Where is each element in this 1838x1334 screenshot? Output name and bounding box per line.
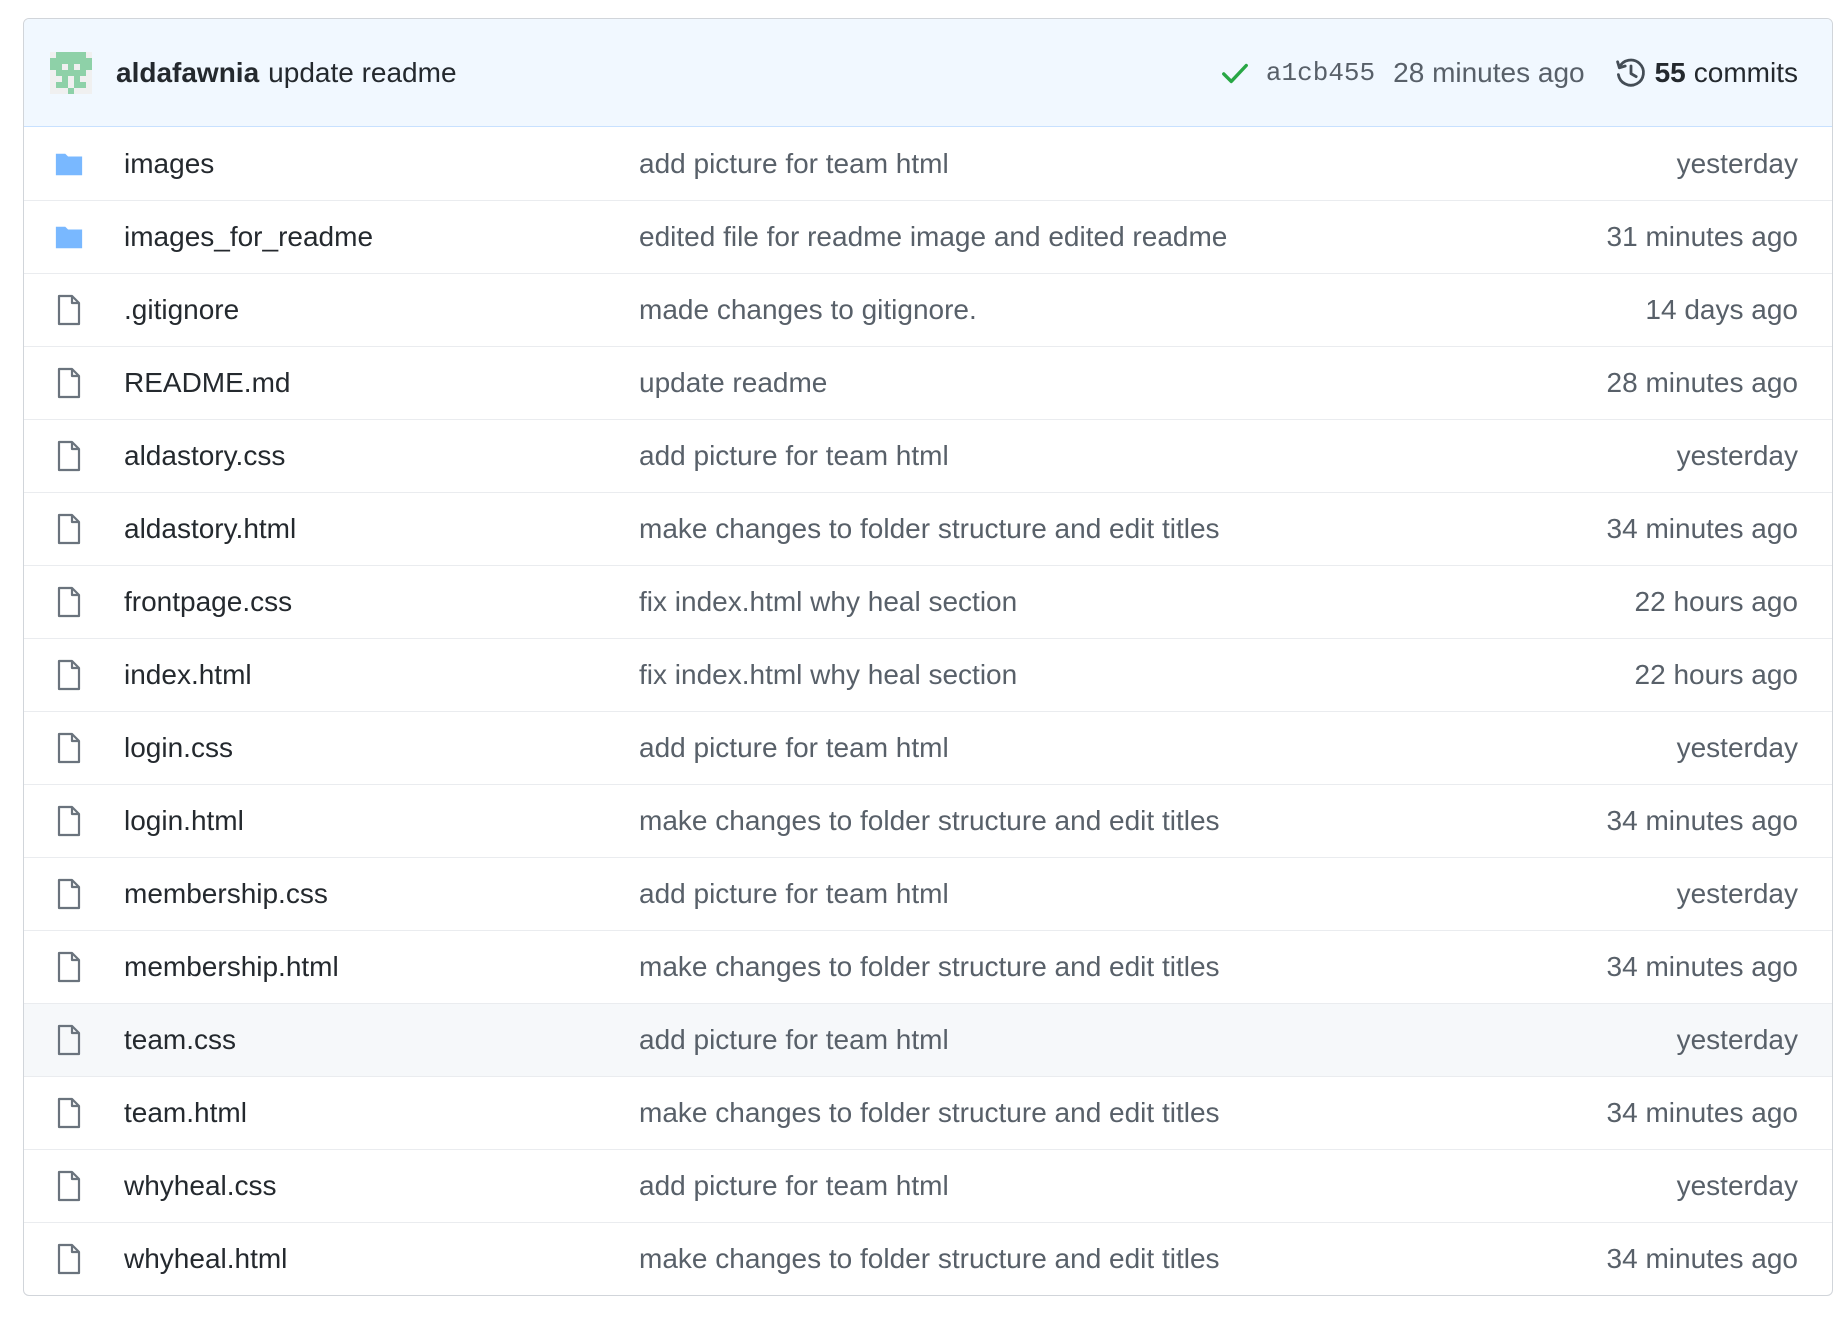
file-icon <box>54 513 84 545</box>
file-row-frontpage-css[interactable]: frontpage.css fix index.html why heal se… <box>24 565 1832 638</box>
latest-commit-bar: aldafawnia update readme a1cb455 28 minu… <box>24 19 1832 127</box>
file-icon <box>54 732 84 764</box>
file-commit-message-link[interactable]: make changes to folder structure and edi… <box>639 1243 1607 1275</box>
commit-author-link[interactable]: aldafawnia <box>116 57 259 89</box>
file-age: 34 minutes ago <box>1606 1243 1798 1274</box>
file-age: 22 hours ago <box>1634 586 1798 617</box>
file-row-images[interactable]: images add picture for team html yesterd… <box>24 127 1832 200</box>
file-commit-message-link[interactable]: add picture for team html <box>639 732 1677 764</box>
file-commit-message-link[interactable]: fix index.html why heal section <box>639 659 1635 691</box>
folder-icon <box>54 222 84 252</box>
file-row-login-html[interactable]: login.html make changes to folder struct… <box>24 784 1832 857</box>
file-age: 34 minutes ago <box>1606 951 1798 982</box>
file-age: yesterday <box>1676 878 1798 909</box>
file-row-whyheal-css[interactable]: whyheal.css add picture for team html ye… <box>24 1149 1832 1222</box>
file-row-images-for-readme[interactable]: images_for_readme edited file for readme… <box>24 200 1832 273</box>
file-name-link[interactable]: login.css <box>124 732 639 764</box>
file-name-link[interactable]: team.css <box>124 1024 639 1056</box>
file-commit-message-link[interactable]: add picture for team html <box>639 440 1677 472</box>
file-row-membership-css[interactable]: membership.css add picture for team html… <box>24 857 1832 930</box>
file-commit-message-link[interactable]: add picture for team html <box>639 1024 1677 1056</box>
file-row-membership-html[interactable]: membership.html make changes to folder s… <box>24 930 1832 1003</box>
file-icon <box>54 951 84 983</box>
file-age: 28 minutes ago <box>1606 367 1798 398</box>
file-row-team-html[interactable]: team.html make changes to folder structu… <box>24 1076 1832 1149</box>
file-name-link[interactable]: team.html <box>124 1097 639 1129</box>
file-commit-message-link[interactable]: make changes to folder structure and edi… <box>639 805 1607 837</box>
file-name-link[interactable]: membership.css <box>124 878 639 910</box>
file-commit-message-link[interactable]: add picture for team html <box>639 1170 1677 1202</box>
file-commit-message-link[interactable]: fix index.html why heal section <box>639 586 1635 618</box>
file-icon <box>54 294 84 326</box>
file-name-link[interactable]: index.html <box>124 659 639 691</box>
file-row-aldastory-html[interactable]: aldastory.html make changes to folder st… <box>24 492 1832 565</box>
file-row-gitignore[interactable]: .gitignore made changes to gitignore. 14… <box>24 273 1832 346</box>
file-list: images add picture for team html yesterd… <box>24 127 1832 1295</box>
file-name-link[interactable]: images <box>124 148 639 180</box>
file-age: 34 minutes ago <box>1606 513 1798 544</box>
file-commit-message-link[interactable]: edited file for readme image and edited … <box>639 221 1607 253</box>
file-age: yesterday <box>1676 440 1798 471</box>
file-row-login-css[interactable]: login.css add picture for team html yest… <box>24 711 1832 784</box>
file-name-link[interactable]: aldastory.html <box>124 513 639 545</box>
file-age: yesterday <box>1676 1024 1798 1055</box>
commits-label: commits <box>1693 56 1798 88</box>
commit-count: 55 <box>1654 56 1686 88</box>
file-row-readme-md[interactable]: README.md update readme 28 minutes ago <box>24 346 1832 419</box>
commits-history-link[interactable]: 55 commits <box>1615 57 1798 89</box>
file-age: 34 minutes ago <box>1606 1097 1798 1128</box>
file-name-link[interactable]: whyheal.css <box>124 1170 639 1202</box>
file-icon <box>54 878 84 910</box>
history-icon <box>1615 58 1645 87</box>
file-commit-message-link[interactable]: add picture for team html <box>639 148 1677 180</box>
file-icon <box>54 367 84 399</box>
file-icon <box>54 1170 84 1202</box>
file-name-link[interactable]: login.html <box>124 805 639 837</box>
file-row-team-css[interactable]: team.css add picture for team html yeste… <box>24 1003 1832 1076</box>
author-avatar[interactable] <box>50 51 92 94</box>
file-age: yesterday <box>1676 1170 1798 1201</box>
file-commit-message-link[interactable]: add picture for team html <box>639 878 1677 910</box>
file-age: yesterday <box>1676 732 1798 763</box>
commit-message-link[interactable]: update readme <box>268 57 456 89</box>
folder-icon <box>54 149 84 179</box>
file-name-link[interactable]: .gitignore <box>124 294 639 326</box>
file-commit-message-link[interactable]: make changes to folder structure and edi… <box>639 951 1607 983</box>
file-commit-message-link[interactable]: update readme <box>639 367 1607 399</box>
file-age: 14 days ago <box>1645 294 1798 325</box>
file-age: 34 minutes ago <box>1606 805 1798 836</box>
file-name-link[interactable]: membership.html <box>124 951 639 983</box>
file-commit-message-link[interactable]: make changes to folder structure and edi… <box>639 1097 1607 1129</box>
check-icon[interactable] <box>1220 58 1250 88</box>
file-commit-message-link[interactable]: made changes to gitignore. <box>639 294 1645 326</box>
commit-time: 28 minutes ago <box>1393 56 1585 88</box>
file-name-link[interactable]: images_for_readme <box>124 221 639 253</box>
file-name-link[interactable]: README.md <box>124 367 639 399</box>
file-icon <box>54 1024 84 1056</box>
file-row-index-html[interactable]: index.html fix index.html why heal secti… <box>24 638 1832 711</box>
file-age: yesterday <box>1676 147 1798 179</box>
file-row-whyheal-html[interactable]: whyheal.html make changes to folder stru… <box>24 1222 1832 1295</box>
file-icon <box>54 440 84 472</box>
file-commit-message-link[interactable]: make changes to folder structure and edi… <box>639 513 1607 545</box>
file-icon <box>54 659 84 691</box>
file-age: 22 hours ago <box>1634 659 1798 690</box>
file-icon <box>54 805 84 837</box>
commit-sha-link[interactable]: a1cb455 <box>1266 58 1375 88</box>
file-name-link[interactable]: aldastory.css <box>124 440 639 472</box>
file-icon <box>54 586 84 618</box>
file-icon <box>54 1097 84 1129</box>
file-name-link[interactable]: frontpage.css <box>124 586 639 618</box>
file-browser: aldafawnia update readme a1cb455 28 minu… <box>23 18 1833 1296</box>
file-icon <box>54 1243 84 1275</box>
file-age: 31 minutes ago <box>1606 221 1798 252</box>
file-row-aldastory-css[interactable]: aldastory.css add picture for team html … <box>24 419 1832 492</box>
file-name-link[interactable]: whyheal.html <box>124 1243 639 1275</box>
